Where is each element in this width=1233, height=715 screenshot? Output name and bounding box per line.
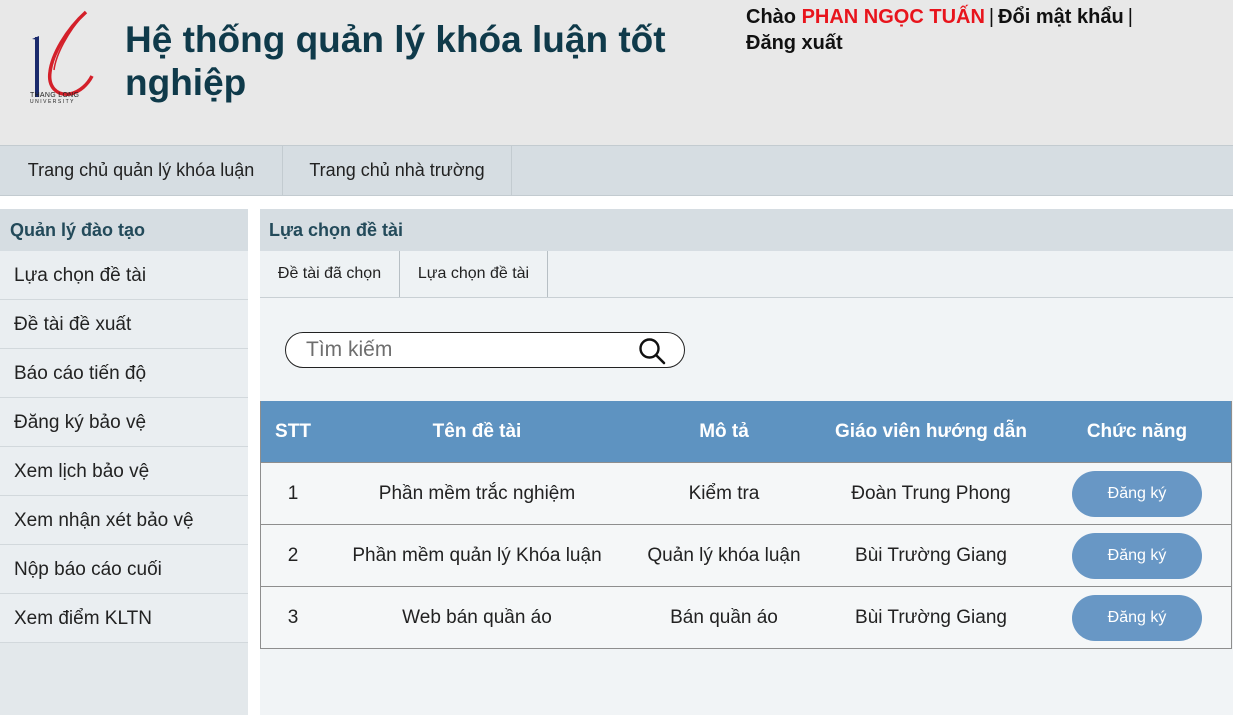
cell-action: Đăng ký [1043, 525, 1231, 586]
tab-selected-topics[interactable]: Đề tài đã chọn [260, 251, 400, 297]
sidebar-title: Quản lý đào tạo [0, 209, 248, 251]
table-row: 1 Phần mềm trắc nghiệm Kiểm tra Đoàn Tru… [261, 462, 1231, 524]
separator: | [988, 6, 995, 28]
cell-description: Kiểm tra [688, 483, 760, 504]
sidebar-item-progress-report[interactable]: Báo cáo tiến độ [0, 349, 248, 398]
column-header-teacher: Giáo viên hướng dẫn [835, 421, 1027, 442]
table-row: 3 Web bán quần áo Bán quần áo Bùi Trường… [261, 586, 1231, 648]
search-input[interactable] [306, 337, 626, 363]
sidebar-item-submit-final-report[interactable]: Nộp báo cáo cuối [0, 545, 248, 594]
logo-caption: THANG LONG UNIVERSITY [30, 92, 100, 106]
cell-topic-name: Web bán quần áo [402, 607, 552, 628]
register-button[interactable]: Đăng ký [1072, 594, 1202, 641]
cell-teacher: Bùi Trường Giang [855, 545, 1007, 566]
tab-choose-topic[interactable]: Lựa chọn đề tài [400, 251, 548, 297]
cell-action: Đăng ký [1043, 587, 1231, 648]
column-header-action: Chức năng [1086, 421, 1188, 442]
main-panel: Lựa chọn đề tài Đề tài đã chọn Lựa chọn … [260, 209, 1233, 715]
cell-stt: 1 [287, 483, 299, 504]
cell-topic-name: Phần mềm quản lý Khóa luận [352, 545, 602, 566]
logout-link[interactable]: Đăng xuất [746, 32, 843, 54]
sidebar-item-defense-schedule[interactable]: Xem lịch bảo vệ [0, 447, 248, 496]
sidebar-item-view-score[interactable]: Xem điểm KLTN [0, 594, 248, 643]
site-title: Hệ thống quản lý khóa luận tốt nghiệp [125, 19, 666, 103]
sidebar: Quản lý đào tạo Lựa chọn đề tài Đề tài đ… [0, 209, 248, 715]
nav-school-home[interactable]: Trang chủ nhà trường [283, 146, 512, 195]
cell-stt: 3 [287, 607, 299, 628]
cell-description: Bán quần áo [670, 607, 778, 628]
nav-thesis-home[interactable]: Trang chủ quản lý khóa luận [0, 146, 283, 195]
page-title: Lựa chọn đề tài [260, 209, 1233, 251]
cell-topic-name: Phần mềm trắc nghiệm [378, 483, 576, 504]
greeting-text: Chào [746, 6, 796, 28]
cell-teacher: Đoàn Trung Phong [851, 483, 1011, 504]
top-navbar: Trang chủ quản lý khóa luận Trang chủ nh… [0, 145, 1233, 196]
cell-action: Đăng ký [1043, 463, 1231, 524]
column-header-description: Mô tả [699, 421, 749, 442]
table-header: STT Tên đề tài Mô tả Giáo viên hướng dẫn… [261, 401, 1231, 462]
sidebar-item-proposed-topic[interactable]: Đề tài đề xuất [0, 300, 248, 349]
user-name: PHAN NGỌC TUẤN [801, 6, 985, 28]
cell-description: Quản lý khóa luận [647, 545, 801, 566]
cell-teacher: Bùi Trường Giang [855, 607, 1007, 628]
change-password-link[interactable]: Đổi mật khẩu [998, 6, 1124, 28]
user-area: Chào PHAN NGỌC TUẤN | Đổi mật khẩu | Đăng x… [746, 4, 1216, 56]
register-button[interactable]: Đăng ký [1072, 532, 1202, 579]
search-box [285, 332, 685, 368]
register-button[interactable]: Đăng ký [1072, 470, 1202, 517]
topics-table: STT Tên đề tài Mô tả Giáo viên hướng dẫn… [260, 401, 1232, 649]
separator: | [1127, 6, 1133, 28]
column-header-name: Tên đề tài [432, 421, 522, 442]
logo-line-2: UNIVERSITY [30, 99, 76, 105]
cell-stt: 2 [287, 545, 299, 566]
logo-line-1: THANG LONG [30, 92, 80, 99]
table-row: 2 Phần mềm quản lý Khóa luận Quản lý khó… [261, 524, 1231, 586]
column-header-stt: STT [275, 421, 311, 442]
sidebar-item-register-defense[interactable]: Đăng ký bảo vệ [0, 398, 248, 447]
sidebar-item-defense-review[interactable]: Xem nhận xét bảo vệ [0, 496, 248, 545]
page-header: THANG LONG UNIVERSITY Hệ thống quản lý k… [0, 0, 1233, 145]
tab-bar: Đề tài đã chọn Lựa chọn đề tài [260, 251, 1233, 298]
sidebar-item-choose-topic[interactable]: Lựa chọn đề tài [0, 251, 248, 300]
search-icon[interactable] [638, 337, 666, 365]
